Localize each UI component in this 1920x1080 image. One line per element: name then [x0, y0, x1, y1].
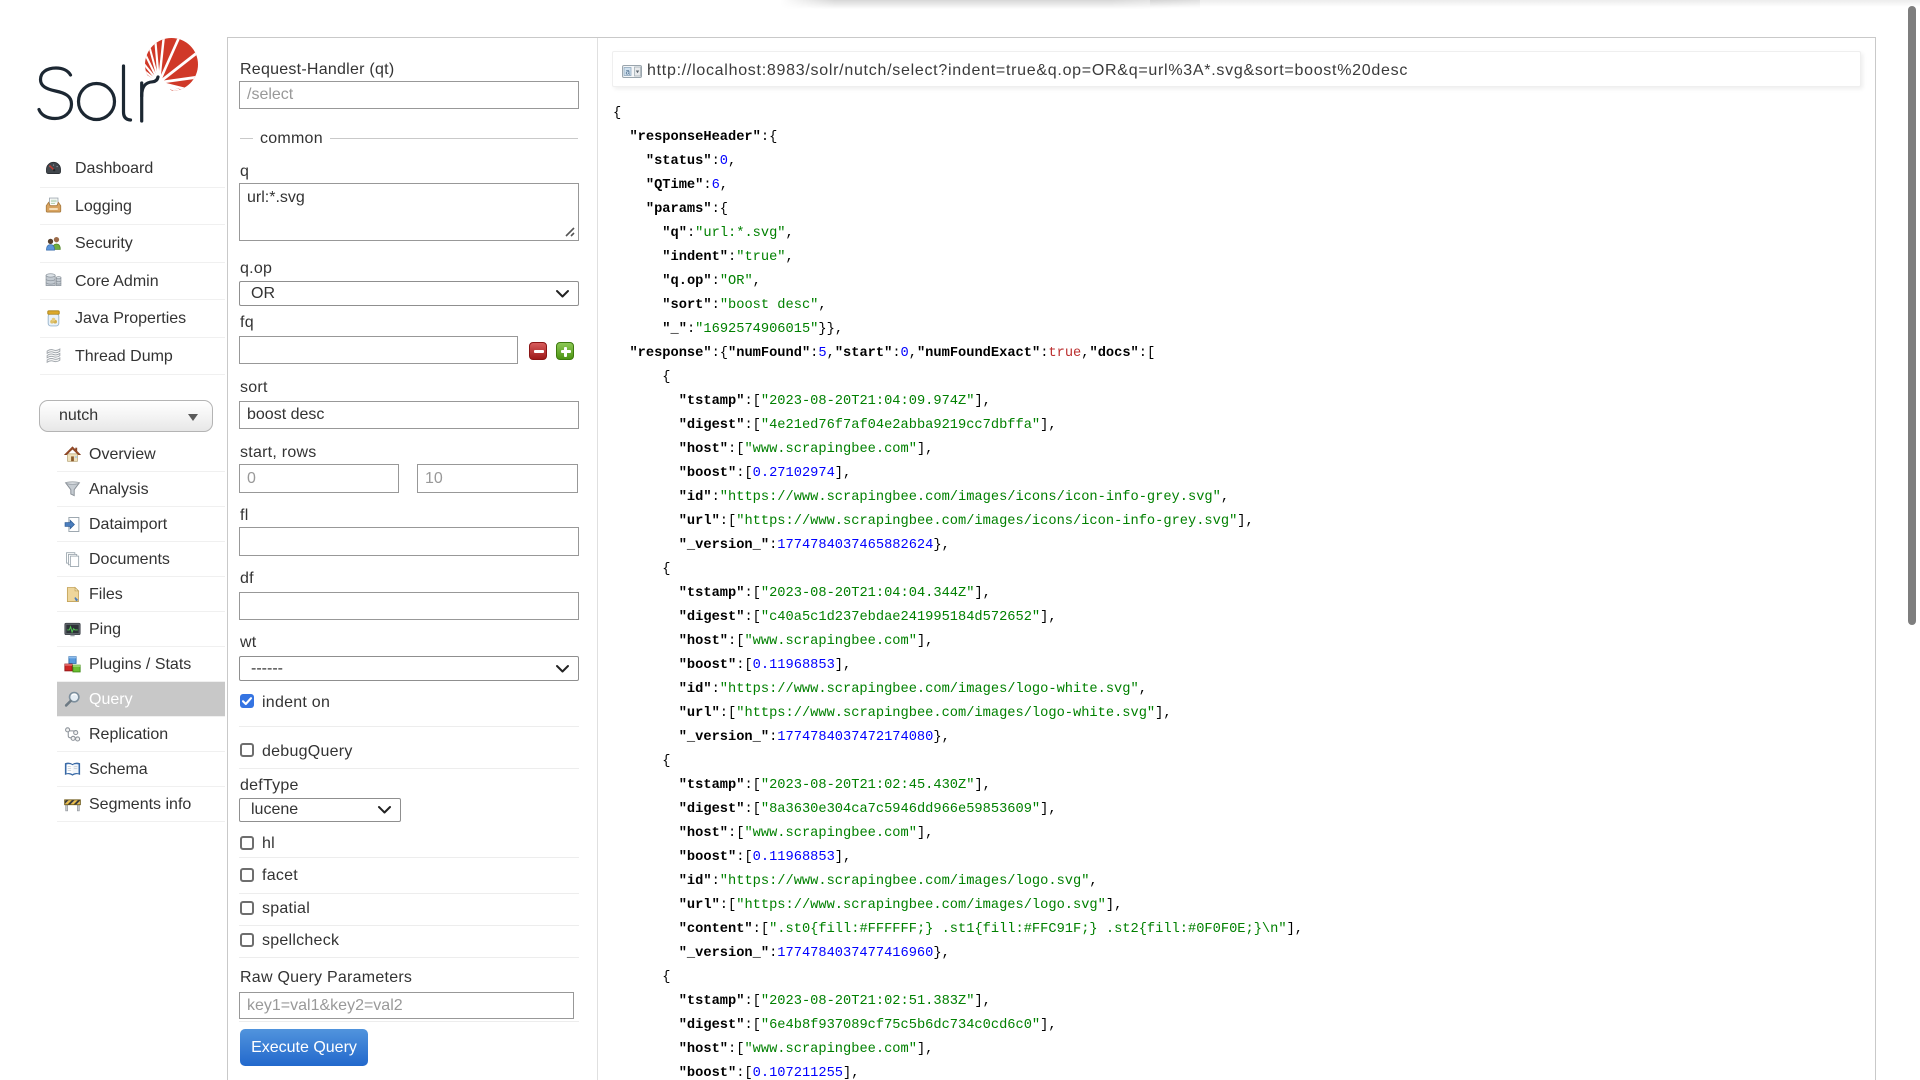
svg-text:a: a [626, 68, 631, 77]
